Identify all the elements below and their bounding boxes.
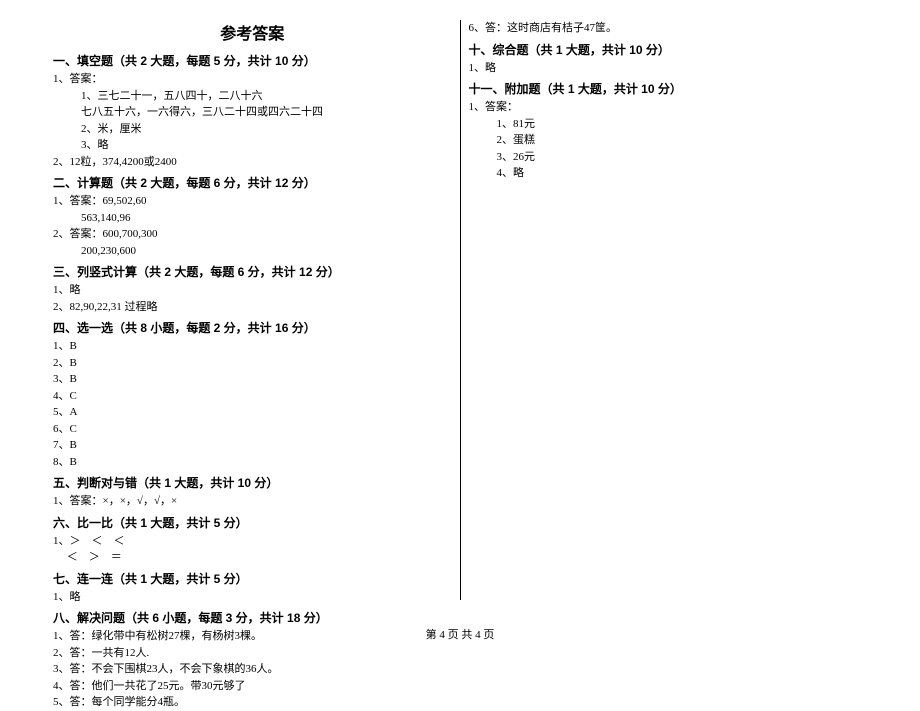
answer-item: 3、B — [53, 371, 452, 388]
answer-subitem: 2、蛋糕 — [497, 132, 868, 149]
answer-item: 4、C — [53, 388, 452, 405]
answer-item: 4、答：他们一共花了25元。带30元够了 — [53, 678, 452, 695]
answer-subitem: 1、三七二十一，五八四十，二八十六 — [81, 88, 452, 105]
section-7-header: 七、连一连（共 1 大题，共计 5 分） — [53, 570, 452, 587]
answer-item: ＜ ＞ ＝ — [53, 549, 452, 566]
section-4-header: 四、选一选（共 8 小题，每题 2 分，共计 16 分） — [53, 319, 452, 336]
answer-item: 2、B — [53, 355, 452, 372]
section-6-header: 六、比一比（共 1 大题，共计 5 分） — [53, 514, 452, 531]
answer-item: 6、答：这时商店有桔子47筐。 — [469, 20, 868, 37]
answer-item: 3、答：不会下围棋23人，不会下象棋的36人。 — [53, 661, 452, 678]
answer-item: 1、答案： — [53, 71, 452, 88]
answer-subitem: 七八五十六，一六得六，三八二十四或四六二十四 — [81, 104, 452, 121]
answer-subitem: 200,230,600 — [81, 243, 452, 260]
answer-item: 2、82,90,22,31 过程略 — [53, 299, 452, 316]
section-8-header: 八、解决问题（共 6 小题，每题 3 分，共计 18 分） — [53, 609, 452, 626]
answer-item: 1、答案：69,502,60 — [53, 193, 452, 210]
section-3-header: 三、列竖式计算（共 2 大题，每题 6 分，共计 12 分） — [53, 263, 452, 280]
answer-item: 7、B — [53, 437, 452, 454]
right-column: 6、答：这时商店有桔子47筐。 十、综合题（共 1 大题，共计 10 分） 1、… — [461, 20, 876, 600]
answer-subitem: 3、略 — [81, 137, 452, 154]
answer-subitem: 4、略 — [497, 165, 868, 182]
answer-item: 1、＞ ＜ ＜ — [53, 533, 452, 550]
page-container: 参考答案 一、填空题（共 2 大题，每题 5 分，共计 10 分） 1、答案： … — [0, 0, 920, 610]
answer-item: 6、C — [53, 421, 452, 438]
answer-item: 1、B — [53, 338, 452, 355]
answer-item: 1、答案： — [469, 99, 868, 116]
answer-item: 5、答：每个同学能分4瓶。 — [53, 694, 452, 711]
answer-subitem: 2、米，厘米 — [81, 121, 452, 138]
section-1-header: 一、填空题（共 2 大题，每题 5 分，共计 10 分） — [53, 52, 452, 69]
answer-item: 1、略 — [53, 589, 452, 606]
section-11-header: 十一、附加题（共 1 大题，共计 10 分） — [469, 80, 868, 97]
answer-subitem: 563,140,96 — [81, 210, 452, 227]
answer-item: 2、答案：600,700,300 — [53, 226, 452, 243]
answer-item: 5、A — [53, 404, 452, 421]
answer-subitem: 1、81元 — [497, 116, 868, 133]
answer-item: 8、B — [53, 454, 452, 471]
page-footer: 第 4 页 共 4 页 — [0, 626, 920, 642]
left-column: 参考答案 一、填空题（共 2 大题，每题 5 分，共计 10 分） 1、答案： … — [45, 20, 461, 600]
answer-subitem: 3、26元 — [497, 149, 868, 166]
section-10-header: 十、综合题（共 1 大题，共计 10 分） — [469, 41, 868, 58]
answer-item: 2、12粒，374,4200或2400 — [53, 154, 452, 171]
section-2-header: 二、计算题（共 2 大题，每题 6 分，共计 12 分） — [53, 174, 452, 191]
document-title: 参考答案 — [53, 20, 452, 44]
answer-item: 1、略 — [469, 60, 868, 77]
answer-item: 2、答：一共有12人. — [53, 645, 452, 662]
answer-item: 1、略 — [53, 282, 452, 299]
section-5-header: 五、判断对与错（共 1 大题，共计 10 分） — [53, 474, 452, 491]
answer-item: 1、答案：×，×，√，√，× — [53, 493, 452, 510]
